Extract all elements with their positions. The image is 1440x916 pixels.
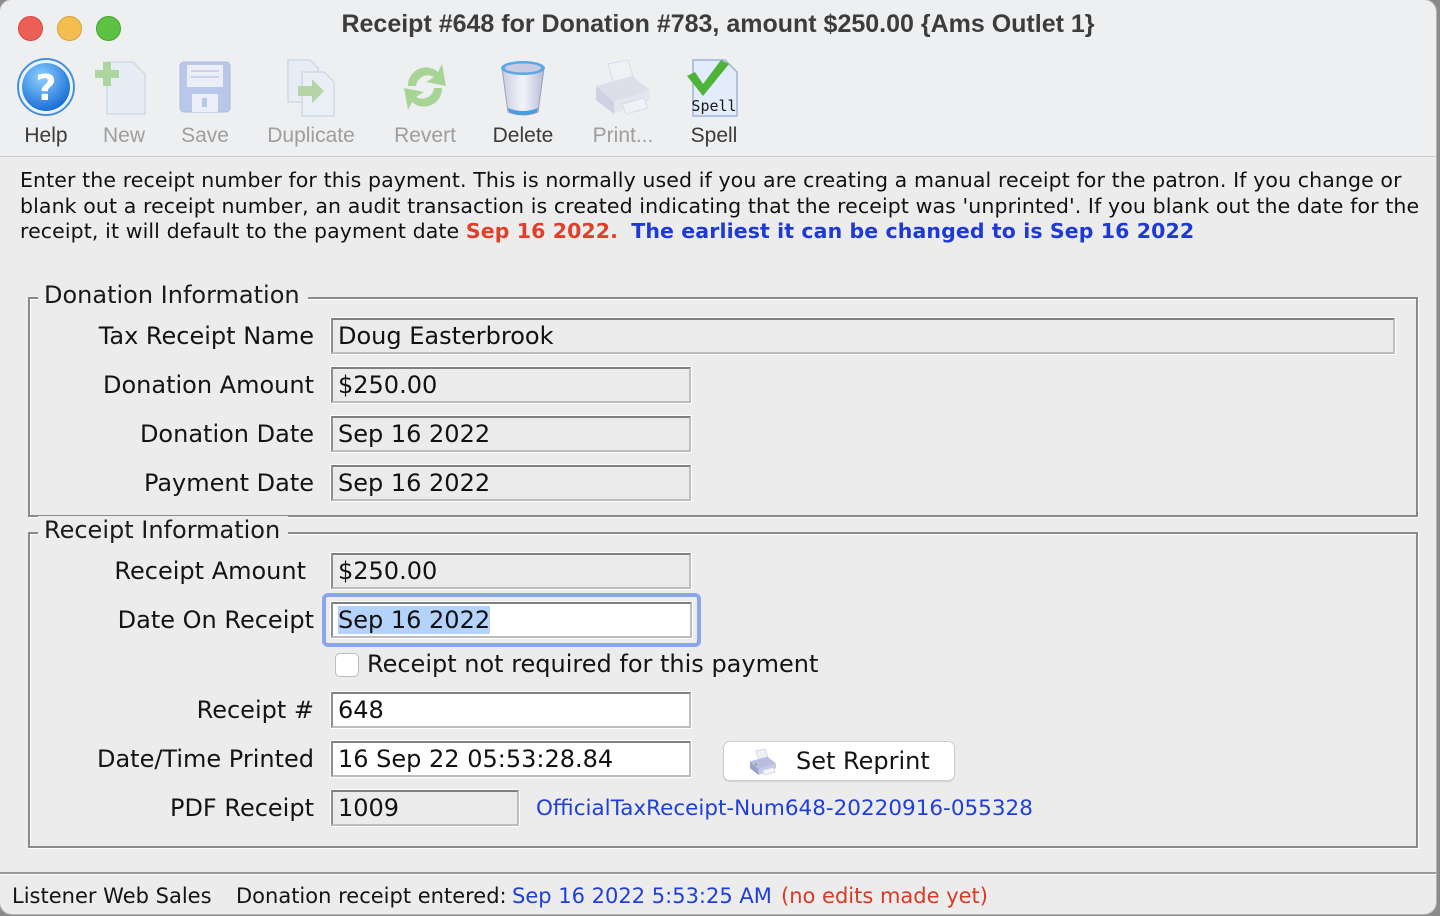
revert-label: Revert <box>394 124 456 147</box>
status-bar: Listener Web Sales Donation receipt ente… <box>0 872 1436 914</box>
svg-text:?: ? <box>36 68 57 109</box>
receipt-amount-field[interactable]: $250.00 <box>331 553 691 589</box>
status-edits-note: (no edits made yet) <box>781 884 988 908</box>
payment-date-field[interactable]: Sep 16 2022 <box>331 465 691 501</box>
print-label: Print... <box>592 124 654 147</box>
receipt-number-field[interactable]: 648 <box>331 692 691 728</box>
donation-amount-label: Donation Amount <box>103 371 314 399</box>
pdf-receipt-link[interactable]: OfficialTaxReceipt-Num648-20220916-05532… <box>536 796 1033 821</box>
receipt-not-required-checkbox[interactable] <box>335 653 359 677</box>
help-label: Help <box>24 124 68 147</box>
status-entered-time: Sep 16 2022 5:53:25 AM <box>512 884 772 908</box>
toolbar: ? Help New Save Duplicate Revert Delete … <box>0 52 1436 157</box>
donation-information-legend: Donation Information <box>38 281 308 309</box>
printer-icon <box>596 59 650 115</box>
set-reprint-button[interactable]: Set Reprint <box>723 741 955 781</box>
spell-label: Spell <box>690 124 738 147</box>
set-reprint-label: Set Reprint <box>796 747 930 775</box>
duplicate-icon <box>287 59 335 117</box>
duplicate-label: Duplicate <box>267 124 355 147</box>
date-time-printed-field[interactable]: 16 Sep 22 05:53:28.84 <box>331 741 691 777</box>
receipt-amount-label: Receipt Amount <box>114 557 306 585</box>
delete-label: Delete <box>492 124 554 147</box>
new-label: New <box>102 124 145 147</box>
donation-date-label: Donation Date <box>139 420 314 448</box>
receipt-not-required-label[interactable]: Receipt not required for this payment <box>367 650 818 678</box>
date-on-receipt-label: Date On Receipt <box>117 606 314 634</box>
help-icon: ? <box>17 58 75 116</box>
status-entered-label: Donation receipt entered: <box>236 884 507 908</box>
title-bar: Receipt #648 for Donation #783, amount $… <box>0 0 1436 52</box>
save-button[interactable]: Save <box>170 52 240 156</box>
receipt-information-legend: Receipt Information <box>38 516 289 544</box>
tax-receipt-name-label: Tax Receipt Name <box>98 322 314 350</box>
spell-check-icon: Spell <box>687 59 738 117</box>
window-title: Receipt #648 for Donation #783, amount $… <box>341 10 1095 38</box>
delete-button[interactable]: Delete <box>484 52 562 156</box>
save-label: Save <box>181 124 229 147</box>
payment-date-highlight: Sep 16 2022. <box>465 219 619 243</box>
date-on-receipt-selected-text: Sep 16 2022 <box>338 606 491 634</box>
receipt-window: Receipt #648 for Donation #783, amount $… <box>0 0 1436 914</box>
help-button[interactable]: ? Help <box>12 52 80 156</box>
printer-icon <box>749 748 777 776</box>
print-button[interactable]: Print... <box>582 52 664 156</box>
duplicate-button[interactable]: Duplicate <box>258 52 364 156</box>
trash-bin-icon <box>501 61 545 116</box>
date-time-printed-label: Date/Time Printed <box>96 745 314 773</box>
new-button[interactable]: New <box>90 52 158 156</box>
pdf-receipt-field[interactable]: 1009 <box>331 790 519 826</box>
date-on-receipt-field[interactable]: Sep 16 2022 <box>331 602 692 638</box>
instructions-text: Enter the receipt number for this paymen… <box>20 168 1420 245</box>
revert-icon <box>404 64 446 110</box>
tax-receipt-name-field[interactable]: Doug Easterbrook <box>331 318 1395 354</box>
donation-date-field[interactable]: Sep 16 2022 <box>331 416 691 452</box>
status-source: Listener Web Sales <box>12 884 212 908</box>
payment-date-label: Payment Date <box>143 469 314 497</box>
save-disk-icon <box>179 61 231 113</box>
new-document-icon <box>95 61 146 115</box>
revert-button[interactable]: Revert <box>386 52 464 156</box>
spell-button[interactable]: Spell Spell <box>680 52 748 156</box>
svg-text:Spell: Spell <box>691 97 736 115</box>
pdf-receipt-label: PDF Receipt <box>169 794 314 822</box>
receipt-number-label: Receipt # <box>196 696 314 724</box>
donation-amount-field[interactable]: $250.00 <box>331 367 691 403</box>
earliest-date-note: The earliest it can be changed to is Sep… <box>631 219 1195 243</box>
